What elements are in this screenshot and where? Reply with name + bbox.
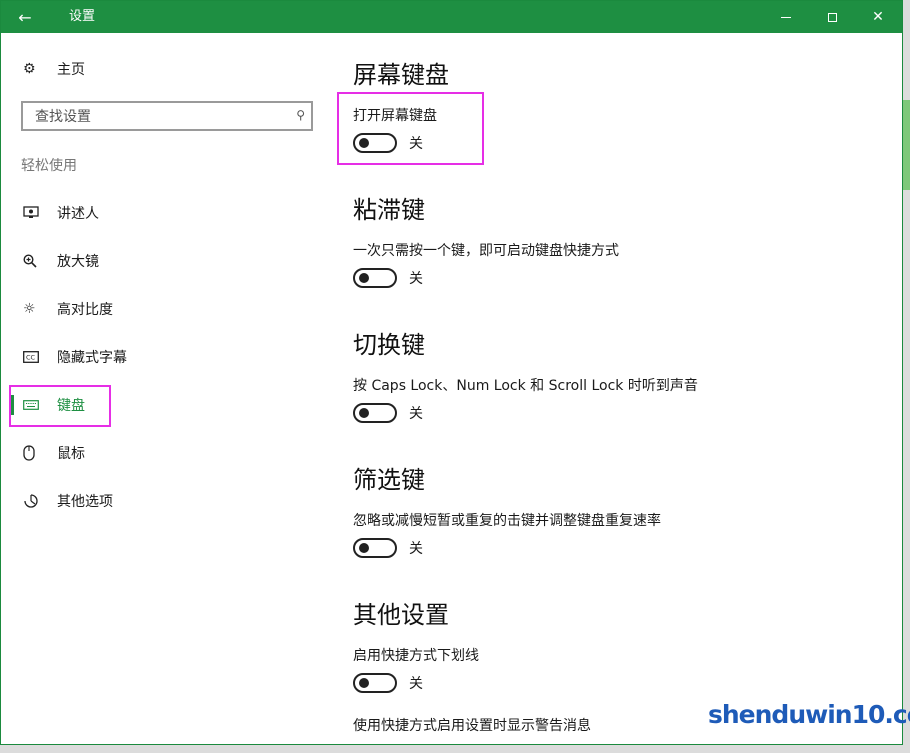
highlight-box-nav (9, 385, 111, 427)
section-label: 轻松使用 (21, 158, 77, 174)
search-input[interactable] (33, 107, 287, 127)
back-arrow-icon: ← (18, 7, 32, 27)
close-button[interactable]: ✕ (855, 1, 901, 33)
setting-description: 按 Caps Lock、Num Lock 和 Scroll Lock 时听到声音 (353, 378, 698, 394)
sidebar-item-label: 鼠标 (57, 446, 85, 462)
setting-description: 忽略或减慢短暂或重复的击键并调整键盘重复速率 (353, 513, 661, 529)
shortcut-underline-toggle[interactable]: 关 (353, 673, 423, 693)
sidebar-item-magnifier[interactable]: 放大镜 (1, 241, 331, 281)
toggle-knob (359, 678, 369, 688)
toggle-knob (359, 543, 369, 553)
mouse-icon (23, 445, 47, 461)
highlight-box-toggle (337, 92, 484, 165)
settings-window: ← 设置 ✕ ⚙ 主页 ⚲ 轻松使用 讲述人 放大镜 ☼ (0, 0, 903, 745)
back-button[interactable]: ← (1, 1, 49, 33)
section-heading: 筛选键 (353, 466, 425, 494)
toggle-switch[interactable] (353, 673, 397, 693)
gear-icon: ⚙ (23, 61, 36, 77)
toggle-switch[interactable] (353, 538, 397, 558)
background-bottom-strip (0, 745, 910, 753)
maximize-button[interactable] (809, 1, 855, 33)
sidebar-item-label: 放大镜 (57, 254, 99, 270)
toggle-state: 关 (409, 406, 423, 422)
narrator-icon (23, 206, 47, 220)
contrast-icon: ☼ (23, 301, 36, 317)
toggle-keys-toggle[interactable]: 关 (353, 403, 423, 423)
background-image-strip (903, 100, 910, 190)
setting-description: 使用快捷方式启用设置时显示警告消息 (353, 718, 591, 734)
home-nav[interactable]: ⚙ 主页 (1, 49, 331, 89)
toggle-knob (359, 273, 369, 283)
title-bar: ← 设置 ✕ (1, 1, 902, 33)
sidebar-item-high-contrast[interactable]: ☼ 高对比度 (1, 289, 331, 329)
sidebar-item-label: 其他选项 (57, 494, 113, 510)
section-heading: 屏幕键盘 (353, 61, 449, 89)
setting-description: 一次只需按一个键，即可启动键盘快捷方式 (353, 243, 619, 259)
toggle-state: 关 (409, 676, 423, 692)
minimize-button[interactable] (763, 1, 809, 33)
sidebar-item-narrator[interactable]: 讲述人 (1, 193, 331, 233)
close-icon: ✕ (872, 9, 884, 25)
sidebar-item-closed-captions[interactable]: CC 隐藏式字幕 (1, 337, 331, 377)
toggle-knob (359, 408, 369, 418)
other-options-icon (23, 493, 47, 509)
closed-captions-icon: CC (23, 351, 47, 363)
sidebar-item-other-options[interactable]: 其他选项 (1, 481, 331, 521)
sticky-keys-toggle[interactable]: 关 (353, 268, 423, 288)
sidebar-item-label: 讲述人 (57, 206, 99, 222)
sidebar-item-label: 高对比度 (57, 302, 113, 318)
toggle-switch[interactable] (353, 268, 397, 288)
section-heading: 其他设置 (353, 601, 449, 629)
filter-keys-toggle[interactable]: 关 (353, 538, 423, 558)
watermark-text: shenduwin10.com (708, 700, 910, 729)
section-heading: 切换键 (353, 331, 425, 359)
search-icon: ⚲ (296, 108, 305, 122)
setting-description: 启用快捷方式下划线 (353, 648, 479, 664)
magnifier-icon (23, 254, 47, 268)
sidebar-item-label: 隐藏式字幕 (57, 350, 127, 366)
sidebar-item-mouse[interactable]: 鼠标 (1, 433, 331, 473)
home-label: 主页 (57, 62, 85, 78)
toggle-state: 关 (409, 271, 423, 287)
maximize-icon (827, 12, 837, 22)
toggle-switch[interactable] (353, 403, 397, 423)
section-heading: 粘滞键 (353, 196, 425, 224)
toggle-state: 关 (409, 541, 423, 557)
svg-text:CC: CC (26, 354, 36, 362)
search-box[interactable]: ⚲ (21, 101, 313, 131)
minimize-icon (781, 16, 791, 18)
window-title: 设置 (69, 9, 96, 24)
